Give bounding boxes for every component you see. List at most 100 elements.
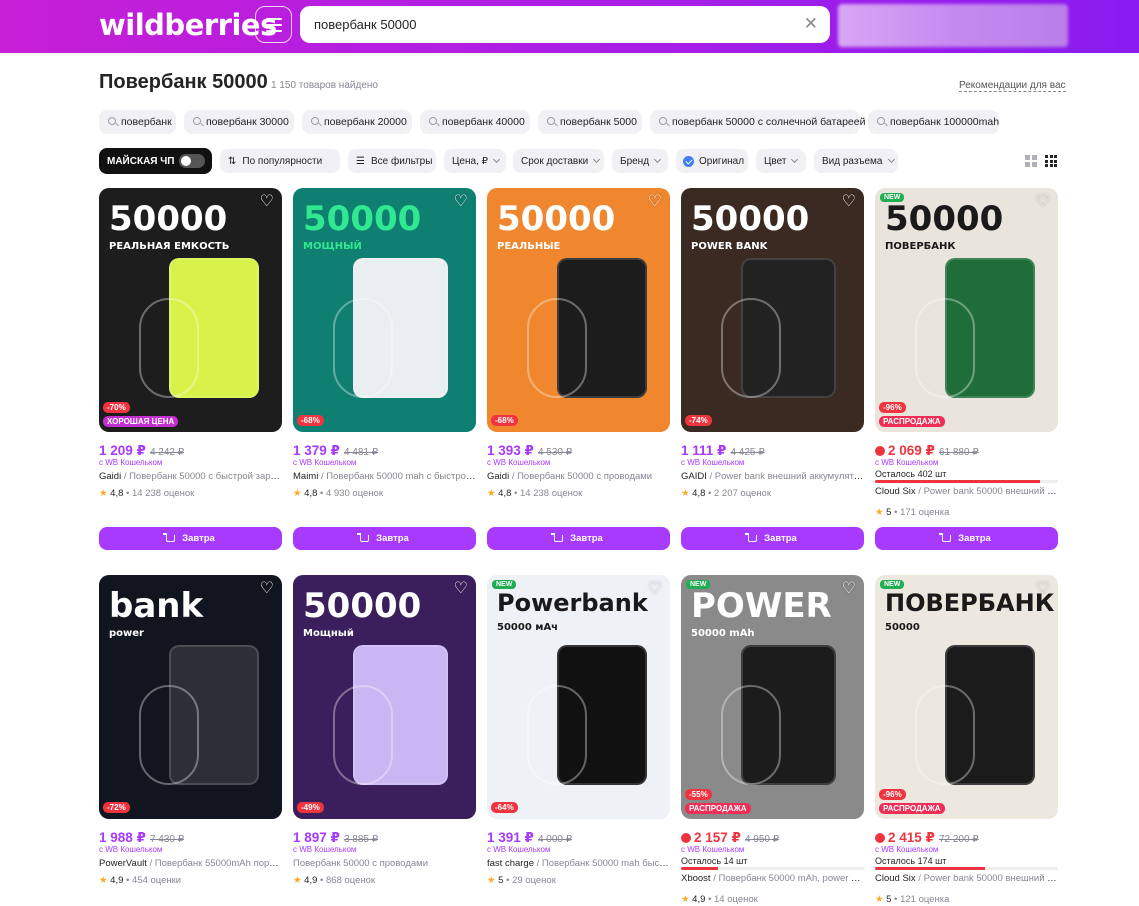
product-image[interactable]: ПОВЕРБАНК 50000 NEW ♡ -96% РАСПРОДАЖА [875, 575, 1058, 819]
all-filters-button[interactable]: ☰ Все фильтры [348, 149, 436, 173]
product-name[interactable]: Повербанк 50000 с проводами [293, 858, 476, 869]
heart-icon[interactable]: ♡ [260, 581, 274, 597]
product-name[interactable]: fast charge / Повербанк 50000 mah быстра… [487, 858, 670, 869]
product-card[interactable]: 50000 РЕАЛЬНАЯ ЕМКОСТЬ ♡ -70% ХОРОШАЯ ЦЕНА 1 … [99, 188, 282, 552]
product-card[interactable]: ПОВЕРБАНК 50000 NEW ♡ -96% РАСПРОДАЖА 2 415 ₽7… [875, 575, 1058, 905]
heart-icon[interactable]: ♡ [648, 194, 662, 210]
star-icon: ★ [293, 488, 302, 499]
heart-icon[interactable]: ♡ [454, 581, 468, 597]
discount-badge: -64% [491, 802, 518, 813]
search-input[interactable] [300, 6, 780, 43]
wallet-note: с WB Кошельком [681, 845, 745, 854]
star-icon: ★ [99, 488, 108, 499]
suggestion-chip[interactable]: повербанк 5000 [538, 110, 642, 134]
filters-icon: ☰ [356, 155, 365, 167]
price-filter[interactable]: Цена, ₽ [444, 149, 506, 173]
product-card[interactable]: bank power ♡ -72% 1 988 ₽7 430 ₽ с WB Кошельк… [99, 575, 282, 905]
product-name[interactable]: Gaidi / Повербанк 50000 с быстрой зарядк… [99, 471, 282, 482]
brand-filter[interactable]: Бренд [612, 149, 668, 173]
recommendations-link[interactable]: Рекомендации для вас [959, 80, 1066, 92]
logo[interactable]: wildberries [99, 8, 277, 42]
suggestion-chip[interactable]: повербанк 50000 с солнечной батареей [650, 110, 865, 134]
rating-value: 4,8 [304, 488, 318, 499]
add-to-cart-button[interactable]: Завтра [293, 527, 476, 550]
product-rating: ★ 4,9 • 868 оценок [293, 875, 376, 886]
star-icon: ★ [681, 488, 690, 499]
product-card[interactable]: 50000 МОЩНЫЙ ♡ -68% 1 379 ₽4 481 ₽ с WB Кошел… [293, 188, 476, 552]
add-to-cart-button[interactable]: Завтра [875, 527, 1058, 550]
heart-icon[interactable]: ♡ [1036, 194, 1050, 210]
suggestion-chip[interactable]: повербанк 40000 [420, 110, 530, 134]
product-rating: ★ 4,8 • 2 207 оценок [681, 488, 771, 499]
image-headline: bank [109, 586, 204, 626]
product-image[interactable]: Powerbank 50000 мАч NEW ♡ -64% [487, 575, 670, 819]
product-card[interactable]: 50000 Мощный ♡ -49% 1 897 ₽3 885 ₽ с WB Кошел… [293, 575, 476, 905]
grid-small-icon[interactable] [1045, 155, 1057, 167]
product-price: 2 415 ₽ [888, 830, 935, 845]
sort-dropdown[interactable]: ⇅ По популярности [220, 149, 340, 173]
heart-icon[interactable]: ♡ [648, 581, 662, 597]
suggestion-chip[interactable]: повербанк [99, 110, 176, 134]
suggestion-chip[interactable]: повербанк 30000 [184, 110, 294, 134]
product-name[interactable]: Cloud Six / Power bank 50000 внешний акк… [875, 486, 1058, 497]
product-image[interactable]: 50000 МОЩНЫЙ ♡ -68% [293, 188, 476, 432]
cart-icon [163, 533, 176, 542]
product-image[interactable]: bank power ♡ -72% [99, 575, 282, 819]
menu-button[interactable] [255, 6, 292, 43]
color-filter[interactable]: Цвет [756, 149, 806, 173]
product-image[interactable]: 50000 Мощный ♡ -49% [293, 575, 476, 819]
product-image[interactable]: POWER 50000 mAh NEW ♡ -55% РАСПРОДАЖА [681, 575, 864, 819]
product-card[interactable]: POWER 50000 mAh NEW ♡ -55% РАСПРОДАЖА 2 157 ₽4… [681, 575, 864, 905]
product-name[interactable]: Xboost / Повербанк 50000 mAh, power bank [681, 873, 864, 884]
search-icon [108, 117, 116, 125]
heart-icon[interactable]: ♡ [842, 581, 856, 597]
search-icon [429, 117, 437, 125]
reviews-count: 14 238 оценок [520, 488, 583, 499]
toggle-switch[interactable] [179, 154, 205, 168]
product-image[interactable]: 50000 РЕАЛЬНАЯ ЕМКОСТЬ ♡ -70% ХОРОШАЯ ЦЕНА [99, 188, 282, 432]
product-price: 1 379 ₽ [293, 443, 340, 458]
stock-left: Осталось 402 шт [875, 469, 947, 479]
product-name[interactable]: Maimi / Повербанк 50000 mah с быстрой за… [293, 471, 476, 482]
product-name[interactable]: Cloud Six / Power bank 50000 внешний акк… [875, 873, 1058, 884]
image-headline: 50000 [303, 199, 422, 239]
promo-toggle[interactable]: МАЙСКАЯ ЧП [99, 148, 212, 174]
promo-banner[interactable] [838, 4, 1068, 47]
delivery-filter[interactable]: Срок доставки [513, 149, 604, 173]
heart-icon[interactable]: ♡ [454, 194, 468, 210]
product-desc: / Повербанк 50000 mah быстрая зарядка [536, 858, 670, 869]
heart-icon[interactable]: ♡ [1036, 581, 1050, 597]
old-price: 4 950 ₽ [744, 834, 780, 845]
discount-badge: -96% [879, 789, 906, 800]
suggestion-chip[interactable]: повербанк 20000 [302, 110, 412, 134]
star-icon: ★ [99, 875, 108, 886]
discount-badge: -55% [685, 789, 712, 800]
product-name[interactable]: GAIDI / Power bank внешний аккумулятор 5… [681, 471, 864, 482]
suggestion-chip[interactable]: повербанк 100000mah [868, 110, 999, 134]
check-icon [683, 155, 694, 167]
product-desc: / Повербанк 50000 с быстрой зарядкой [121, 471, 282, 482]
image-headline: 50000 [109, 199, 228, 239]
add-to-cart-button[interactable]: Завтра [99, 527, 282, 550]
original-filter[interactable]: Оригинал [676, 149, 748, 173]
product-name[interactable]: Gaidi / Повербанк 50000 с проводами [487, 471, 670, 482]
product-card[interactable]: 50000 POWER BANK ♡ -74% 1 111 ₽4 425 ₽ с WB К… [681, 188, 864, 552]
connector-filter[interactable]: Вид разъема [814, 149, 898, 173]
product-image[interactable]: 50000 РЕАЛЬНЫЕ ♡ -68% [487, 188, 670, 432]
heart-icon[interactable]: ♡ [842, 194, 856, 210]
grid-large-icon[interactable] [1025, 155, 1037, 167]
product-image[interactable]: 50000 POWER BANK ♡ -74% [681, 188, 864, 432]
add-to-cart-button[interactable]: Завтра [487, 527, 670, 550]
product-card[interactable]: 50000 РЕАЛЬНЫЕ ♡ -68% 1 393 ₽4 530 ₽ с WB Кош… [487, 188, 670, 552]
discount-badge: -96% [879, 402, 906, 413]
cart-icon [745, 533, 758, 542]
discount-badge: -74% [685, 415, 712, 426]
wallet-note: с WB Кошельком [681, 458, 745, 467]
product-card[interactable]: Powerbank 50000 мАч NEW ♡ -64% 1 391 ₽4 000 ₽… [487, 575, 670, 905]
close-icon[interactable]: ✕ [804, 15, 818, 32]
product-card[interactable]: 50000 ПОВЕРБАНК NEW ♡ -96% РАСПРОДАЖА 2 069 ₽6… [875, 188, 1058, 552]
product-image[interactable]: 50000 ПОВЕРБАНК NEW ♡ -96% РАСПРОДАЖА [875, 188, 1058, 432]
heart-icon[interactable]: ♡ [260, 194, 274, 210]
add-to-cart-button[interactable]: Завтра [681, 527, 864, 550]
product-name[interactable]: PowerVault / Повербанк 55000mAh портатив… [99, 858, 282, 869]
